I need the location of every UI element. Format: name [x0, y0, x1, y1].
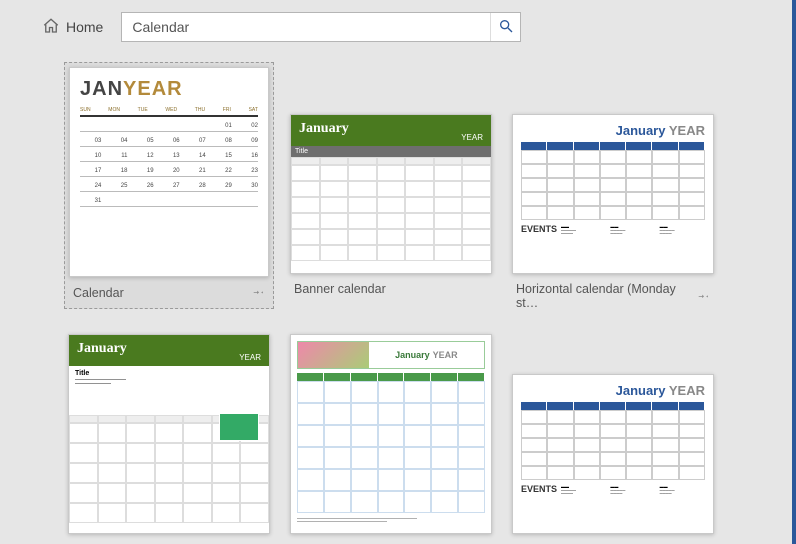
- thumb-title: Title: [69, 366, 269, 377]
- thumb-year: YEAR: [123, 78, 183, 100]
- template-thumbnail: January YEAR Title ▬▬▬▬▬▬▬▬▬▬▬▬▬▬▬▬▬▬▬▬▬…: [68, 334, 270, 534]
- search-box: [121, 12, 521, 42]
- home-label: Home: [66, 19, 103, 35]
- day-header: SUN: [80, 107, 91, 113]
- thumb-photo: [298, 342, 369, 368]
- template-thumbnail: JanuaryYEAR ▬▬▬▬▬▬▬▬▬▬▬▬▬▬▬▬▬▬▬▬▬▬▬▬▬▬▬▬…: [290, 334, 492, 534]
- template-label: Banner calendar: [294, 282, 386, 296]
- home-icon: [42, 17, 60, 38]
- events-label: EVENTS: [521, 484, 557, 496]
- search-icon: [498, 18, 514, 37]
- thumb-month: January: [616, 123, 666, 138]
- day-header: TUE: [138, 107, 148, 113]
- pin-icon[interactable]: [253, 285, 265, 300]
- day-header: SAT: [249, 107, 258, 113]
- template-label-row: Banner calendar: [290, 274, 492, 300]
- thumb-year: YEAR: [669, 383, 705, 398]
- template-banner-calendar-portrait[interactable]: January YEAR Title ▬▬▬▬▬▬▬▬▬▬▬▬▬▬▬▬▬▬▬▬▬…: [64, 330, 274, 538]
- template-thumbnail: JANYEAR SUN MON TUE WED THU FRI SAT 0102…: [69, 67, 269, 277]
- template-label-row: Calendar: [69, 277, 269, 304]
- day-header: MON: [108, 107, 120, 113]
- template-banner-calendar[interactable]: January YEAR Title Banner calendar: [286, 62, 496, 304]
- pin-icon[interactable]: [698, 289, 710, 304]
- thumb-month: JAN: [80, 78, 123, 100]
- day-header: THU: [195, 107, 205, 113]
- template-calendar[interactable]: JANYEAR SUN MON TUE WED THU FRI SAT 0102…: [64, 62, 274, 309]
- template-gallery: JANYEAR SUN MON TUE WED THU FRI SAT 0102…: [0, 52, 792, 538]
- template-thumbnail: January YEAR EVENTS ▬▬▬▬▬▬▬▬▬▬▬ ▬▬▬▬▬▬▬▬…: [512, 374, 714, 534]
- search-input[interactable]: [122, 19, 490, 35]
- day-header: FRI: [223, 107, 231, 113]
- events-label: EVENTS: [521, 224, 557, 236]
- thumb-photo: [219, 413, 259, 441]
- thumb-title: Title: [291, 146, 491, 157]
- home-link[interactable]: Home: [42, 17, 103, 38]
- template-label: Calendar: [73, 286, 124, 300]
- template-label: Horizontal calendar (Monday st…: [516, 282, 698, 310]
- thumb-month: January: [395, 350, 430, 360]
- template-horizontal-calendar-2[interactable]: January YEAR EVENTS ▬▬▬▬▬▬▬▬▬▬▬ ▬▬▬▬▬▬▬▬…: [508, 330, 718, 538]
- day-header: WED: [165, 107, 177, 113]
- template-horizontal-calendar[interactable]: January YEAR EVENTS ▬▬▬▬▬▬▬▬▬▬▬ ▬▬▬▬▬▬▬▬…: [508, 62, 718, 318]
- search-button[interactable]: [490, 13, 520, 41]
- thumb-month: January: [616, 383, 666, 398]
- top-bar: Home: [0, 0, 792, 52]
- template-thumbnail: January YEAR EVENTS ▬▬▬▬▬▬▬▬▬▬▬ ▬▬▬▬▬▬▬▬…: [512, 114, 714, 274]
- template-thumbnail: January YEAR Title: [290, 114, 492, 274]
- thumb-year: YEAR: [433, 350, 458, 360]
- thumb-year: YEAR: [669, 123, 705, 138]
- template-label-row: Horizontal calendar (Monday st…: [512, 274, 714, 314]
- template-photo-calendar[interactable]: JanuaryYEAR ▬▬▬▬▬▬▬▬▬▬▬▬▬▬▬▬▬▬▬▬▬▬▬▬▬▬▬▬…: [286, 330, 496, 538]
